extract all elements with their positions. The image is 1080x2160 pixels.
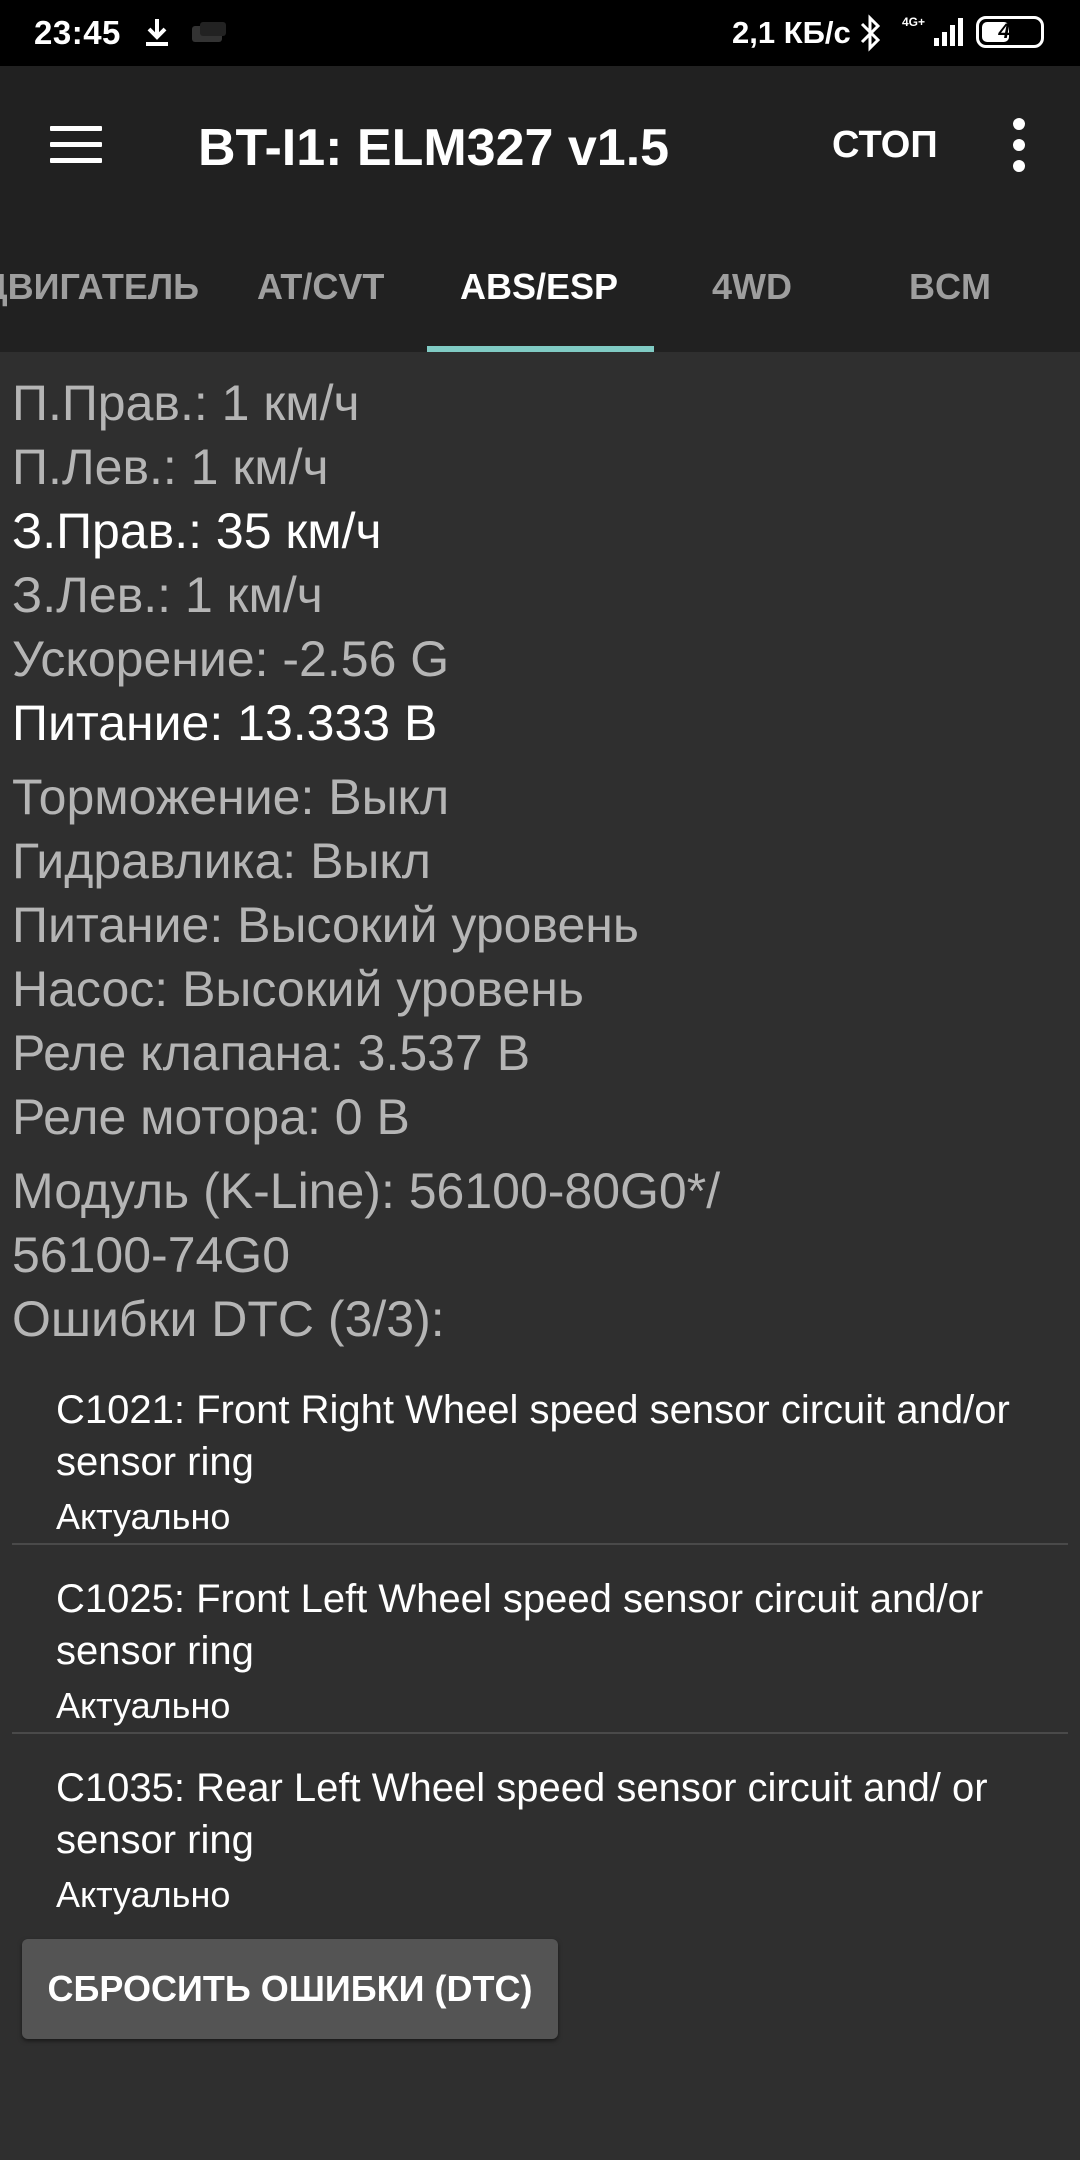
param-module-line1: Модуль (K-Line): 56100-80G0*/ — [12, 1163, 721, 1219]
hamburger-menu-icon[interactable] — [50, 126, 104, 166]
param-valve-relay: Реле клапана: 3.537 В — [12, 1025, 531, 1081]
network-speed: 2,1 КБ/с — [732, 15, 851, 50]
tab-bar: ДВИГАТЕЛЬ AT/CVT ABS/ESP 4WD BCM — [0, 226, 1080, 352]
divider — [12, 1732, 1068, 1734]
param-pump: Насос: Высокий уровень — [12, 961, 584, 1017]
dtc-item-status: Актуально — [56, 1874, 231, 1915]
download-icon — [146, 19, 168, 46]
more-vert-icon[interactable] — [1012, 118, 1026, 172]
signal-icon — [934, 18, 963, 46]
tab-4wd[interactable]: 4WD — [712, 266, 792, 308]
param-braking: Торможение: Выкл — [12, 769, 450, 825]
dtc-item-status: Актуально — [56, 1496, 231, 1537]
param-motor-relay: Реле мотора: 0 В — [12, 1089, 410, 1145]
tab-abs-esp[interactable]: ABS/ESP — [460, 266, 618, 308]
divider — [12, 1543, 1068, 1545]
dtc-item-code: C1035: Rear Left Wheel speed sensor circ… — [56, 1766, 988, 1862]
param-rear-left-speed: З.Лев.: 1 км/ч — [12, 567, 323, 623]
dtc-item-code: C1025: Front Left Wheel speed sensor cir… — [56, 1577, 984, 1673]
tab-at-cvt[interactable]: AT/CVT — [257, 266, 384, 308]
param-rear-right-speed: З.Прав.: 35 км/ч — [12, 503, 382, 559]
toolbar-title: BT-I1: ELM327 v1.5 — [198, 119, 670, 177]
battery-icon: 49 — [976, 16, 1044, 48]
bluetooth-icon — [860, 14, 881, 52]
tab-engine[interactable]: ДВИГАТЕЛЬ — [0, 266, 199, 308]
dtc-header: Ошибки DTC (3/3): — [12, 1291, 445, 1347]
notification-icon — [192, 22, 226, 42]
active-tab-indicator — [427, 346, 654, 352]
stop-button[interactable]: СТОП — [832, 124, 938, 167]
dtc-item-status: Актуально — [56, 1685, 231, 1726]
dtc-item-code: C1021: Front Right Wheel speed sensor ci… — [56, 1388, 1010, 1484]
app-toolbar: BT-I1: ELM327 v1.5 СТОП — [0, 66, 1080, 226]
status-bar: 23:45 2,1 КБ/с 4G+ 49 — [0, 0, 1080, 66]
tab-bcm[interactable]: BCM — [909, 266, 991, 308]
param-front-right-speed: П.Прав.: 1 км/ч — [12, 375, 360, 431]
param-front-left-speed: П.Лев.: 1 км/ч — [12, 439, 329, 495]
status-time: 23:45 — [34, 14, 121, 51]
param-acceleration: Ускорение: -2.56 G — [12, 631, 450, 687]
param-hydraulics: Гидравлика: Выкл — [12, 833, 431, 889]
param-power-level: Питание: Высокий уровень — [12, 897, 639, 953]
param-module-line2: 56100-74G0 — [12, 1227, 291, 1283]
reset-dtc-button[interactable]: СБРОСИТЬ ОШИБКИ (DTC) — [22, 1939, 558, 2039]
param-voltage: Питание: 13.333 В — [12, 695, 438, 751]
battery-text: 49 — [998, 20, 1022, 43]
